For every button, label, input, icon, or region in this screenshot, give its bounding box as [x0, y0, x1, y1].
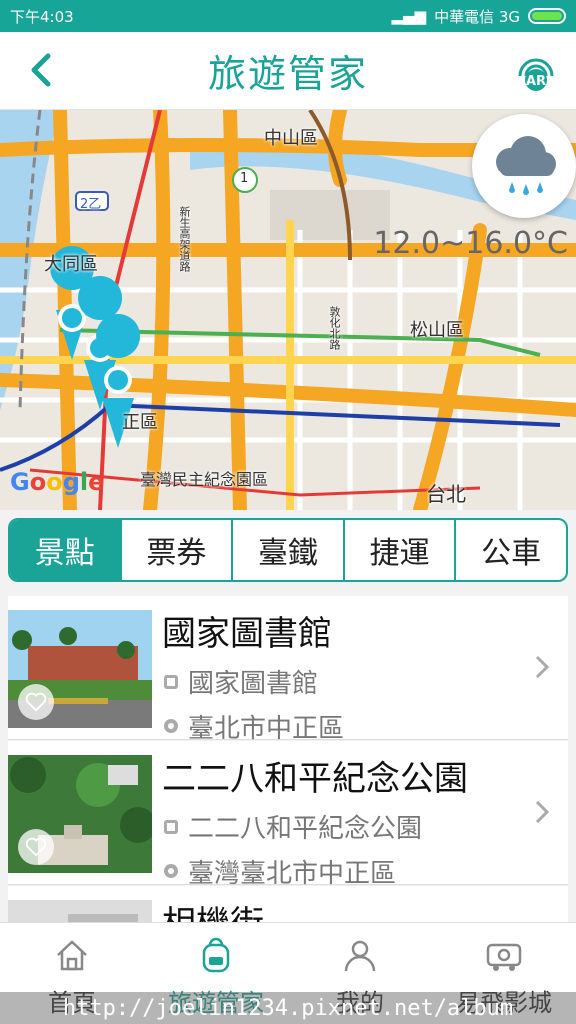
temperature-label: 12.0~16.0°C — [373, 226, 568, 261]
tab-mrt[interactable]: 捷運 — [342, 520, 455, 580]
map-label-datong: 大同區 — [44, 254, 98, 275]
chevron-right-icon — [535, 655, 550, 679]
video-icon — [486, 943, 522, 971]
list-item[interactable]: 二二八和平紀念公園 二二八和平紀念公園 臺灣臺北市中正區 — [8, 741, 568, 889]
map-label-taipei: 台北 — [426, 482, 466, 506]
weather-widget[interactable] — [472, 114, 576, 218]
list-item[interactable]: 相機街 — [8, 886, 568, 926]
backpack-icon — [202, 937, 230, 973]
tab-bus[interactable]: 公車 — [454, 520, 566, 580]
road-shield-2b: 2乙 — [80, 197, 102, 212]
person-icon — [344, 940, 376, 972]
attraction-list: 國家圖書館 國家圖書館 臺北市中正區 二二八和平紀念公園 二二八和平紀念公園 臺… — [8, 596, 568, 926]
tab-railway[interactable]: 臺鐵 — [231, 520, 343, 580]
signal-icon: ▂▄▆ — [391, 7, 427, 25]
ar-icon-label: AR — [526, 74, 546, 89]
location-pin-icon — [164, 863, 178, 878]
tab-tickets[interactable]: 票券 — [119, 520, 232, 580]
back-arrow-icon[interactable] — [24, 52, 60, 88]
carrier-label: 中華電信 3G — [434, 7, 520, 26]
map-label-songshan: 松山區 — [410, 320, 464, 341]
list-item[interactable]: 國家圖書館 國家圖書館 臺北市中正區 — [8, 596, 568, 744]
book-icon — [164, 819, 178, 834]
attraction-name: 國家圖書館 — [162, 614, 332, 654]
map-label-memorial: 臺灣民主紀念園區 — [140, 470, 269, 489]
attraction-subtitle: 二二八和平紀念公園 — [188, 814, 423, 844]
attraction-name: 二二八和平紀念公園 — [162, 759, 468, 799]
map-label-zhengzheng: 正區 — [122, 412, 158, 433]
map-label-xinsheng: 新生高架道路 — [178, 206, 191, 272]
attraction-subtitle: 國家圖書館 — [188, 669, 319, 699]
app-header: 旅遊管家 AR — [0, 32, 576, 110]
status-time: 下午4:03 — [10, 7, 74, 26]
rain-cloud-icon — [496, 136, 556, 195]
status-bar: 下午4:03 ▂▄▆ 中華電信 3G — [0, 0, 576, 32]
book-icon — [164, 674, 178, 689]
tab-attractions[interactable]: 景點 — [10, 520, 120, 580]
battery-icon — [528, 8, 566, 24]
chevron-right-icon — [535, 800, 550, 824]
category-tabs: 景點 票券 臺鐵 捷運 公車 — [8, 518, 568, 582]
map-label-dunhua: 敦化北路 — [328, 306, 341, 350]
attraction-photo — [8, 755, 152, 873]
attraction-address: 臺北市中正區 — [188, 714, 345, 744]
heart-icon[interactable] — [18, 684, 54, 720]
map-view[interactable]: 2乙 1 中山區 大同區 松山區 正區 臺灣民主紀念園區 台北 新生高架道路 敦… — [0, 110, 576, 510]
attraction-photo — [8, 610, 152, 728]
home-icon — [57, 940, 87, 971]
attraction-address: 臺灣臺北市中正區 — [188, 859, 397, 889]
page-title: 旅遊管家 — [207, 52, 368, 96]
road-shield-1: 1 — [240, 171, 249, 186]
google-logo: Google — [10, 468, 105, 496]
map-label-zhongshan: 中山區 — [264, 128, 318, 149]
heart-icon[interactable] — [18, 829, 54, 865]
watermark: http://joelin1234.pixnet.net/album — [0, 992, 576, 1024]
ar-icon[interactable]: AR — [512, 46, 560, 94]
location-pin-icon — [164, 718, 178, 733]
